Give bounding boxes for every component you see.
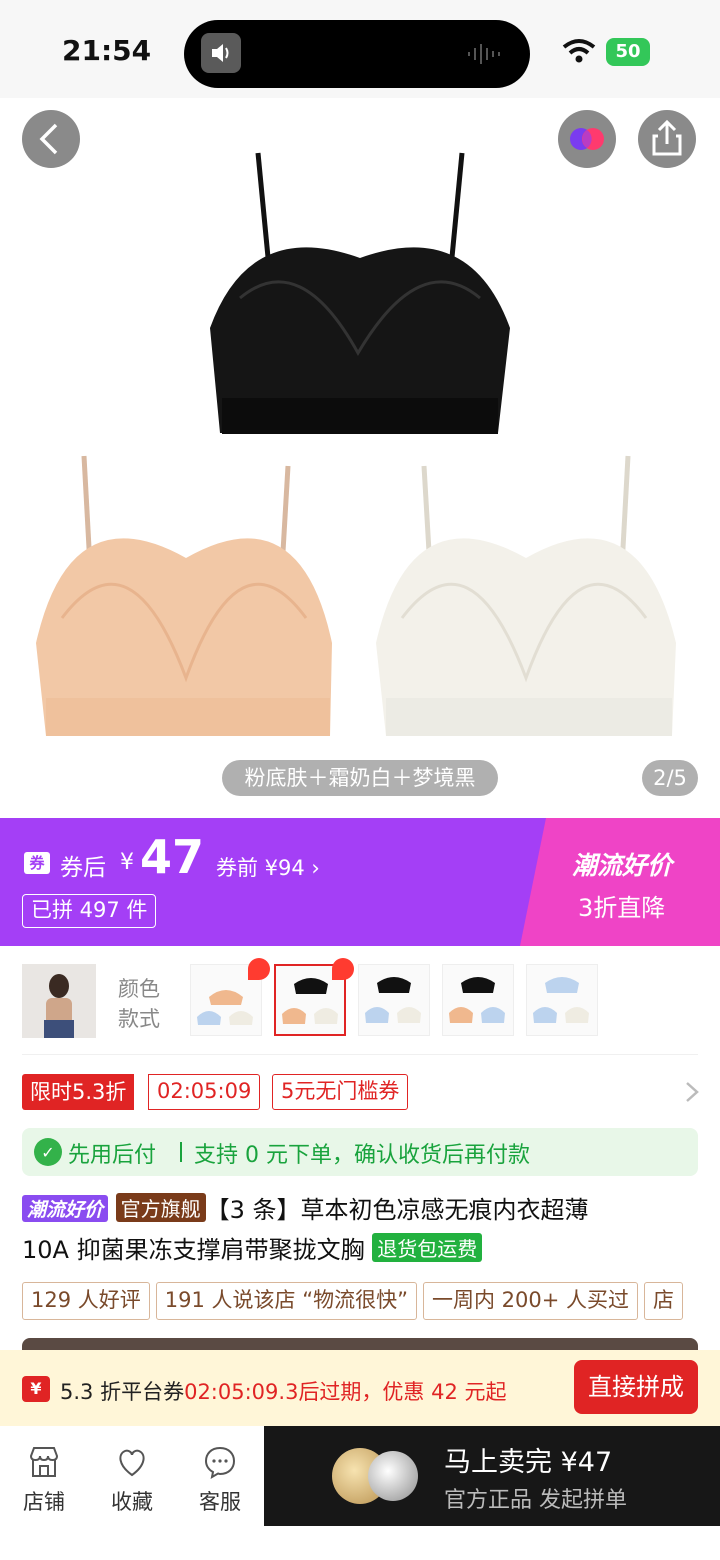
product-image[interactable] — [0, 98, 720, 818]
svg-text:✓: ✓ — [41, 1143, 54, 1162]
variant-swatch[interactable] — [442, 964, 514, 1036]
coupon-expiry-bar: ¥ 5.3 折平台券02:05:09.3后过期，优惠 42 元起 直接拼成 — [0, 1350, 720, 1426]
share-button[interactable] — [638, 110, 696, 168]
original-price-link[interactable]: 券前 ¥94 › — [216, 852, 320, 882]
sold-count: 已拼 497 件 — [22, 894, 157, 928]
favorite-button[interactable]: 收藏 — [102, 1444, 162, 1516]
chevron-left-icon — [39, 123, 58, 155]
limited-discount-tag[interactable]: 限时5.3折 — [22, 1074, 135, 1110]
wifi-icon — [562, 39, 596, 63]
product-title-line-2: 10A 抑菌果冻支撑肩带聚拢文胸 退货包运费 — [22, 1230, 483, 1265]
promo-badge: 潮流好价 3折直降 — [520, 818, 720, 946]
review-chips: 129 人好评 191 人说该店 “物流很快” 一周内 200+ 人买过店 — [22, 1282, 720, 1322]
review-chip[interactable]: 一周内 200+ 人买过 — [422, 1282, 638, 1320]
heart-icon — [119, 1449, 145, 1477]
product-preview-thumbnail — [368, 1451, 418, 1501]
bottom-action-bar: 店铺 收藏 客服 马上卖完 ¥47 官方正品 发起拼单 — [0, 1426, 720, 1560]
assistant-icon — [570, 128, 604, 150]
status-bar: 21:54 50 — [0, 0, 720, 98]
pay-later-banner[interactable]: ✓ 先用后付 支持 0 元下单，确认收货后再付款 — [22, 1128, 698, 1176]
hot-flame-icon — [248, 958, 270, 980]
start-group-buy-button[interactable]: 马上卖完 ¥47 官方正品 发起拼单 — [264, 1426, 720, 1526]
coupon-price: 47 — [140, 830, 205, 884]
currency-symbol: ¥ — [120, 850, 134, 875]
buy-title: 马上卖完 ¥47 — [444, 1447, 613, 1478]
back-button[interactable] — [22, 110, 80, 168]
variant-selector[interactable]: 颜色 款式 — [0, 946, 720, 1056]
favorite-label: 收藏 — [111, 1490, 153, 1514]
white-bra-image — [376, 455, 676, 736]
black-bra-image — [210, 152, 510, 434]
nude-bra-image — [36, 455, 332, 736]
pay-later-title: 先用后付 — [68, 1143, 157, 1168]
promo-title: 潮流好价 — [572, 851, 673, 880]
audio-wave-icon — [468, 44, 500, 64]
customer-service-label: 客服 — [199, 1490, 241, 1514]
variant-label: 颜色 款式 — [118, 977, 160, 1031]
dynamic-island — [184, 20, 530, 88]
coupon-icon: 券 — [24, 852, 50, 874]
review-chip[interactable]: 店 — [644, 1282, 683, 1320]
hot-flame-icon — [332, 958, 354, 980]
product-title-line-1: 潮流好价 官方旗舰 【3 条】草本初色凉感无痕内衣超薄 — [22, 1190, 589, 1225]
product-illustration — [36, 152, 676, 736]
review-chip[interactable]: 191 人说该店 “物流很快” — [155, 1282, 417, 1320]
separator — [180, 1142, 182, 1162]
coupon-expiry-text: 5.3 折平台券02:05:09.3后过期，优惠 42 元起 — [60, 1380, 507, 1404]
price-banner: 券 券后 ¥ 47 券前 ¥94 › 已拼 497 件 潮流好价 3折直降 — [0, 818, 720, 946]
product-title-text: 【3 条】草本初色凉感无痕内衣超薄 — [205, 1196, 589, 1224]
battery-indicator: 50 — [606, 38, 650, 66]
no-threshold-coupon-tag[interactable]: 5元无门槛券 — [272, 1074, 409, 1110]
image-page-indicator: 2/5 — [642, 760, 698, 796]
assistant-button[interactable] — [558, 110, 616, 168]
direct-group-buy-button[interactable]: 直接拼成 — [574, 1360, 698, 1414]
after-coupon-label: 券后 — [60, 855, 106, 881]
divider — [22, 1054, 698, 1055]
chat-bubble-icon — [204, 1446, 236, 1479]
store-icon — [29, 1447, 59, 1477]
speaker-icon — [201, 33, 241, 73]
review-chip[interactable]: 129 人好评 — [22, 1282, 150, 1320]
product-title-text: 10A 抑菌果冻支撑肩带聚拢文胸 — [22, 1236, 365, 1264]
variant-swatch[interactable] — [526, 964, 598, 1036]
pay-later-description: 支持 0 元下单，确认收货后再付款 — [194, 1143, 530, 1168]
coupon-countdown: 02:05:09.3 — [184, 1380, 299, 1404]
status-time: 21:54 — [62, 34, 152, 67]
store-label: 店铺 — [23, 1490, 65, 1514]
chevron-right-icon[interactable] — [684, 1080, 700, 1104]
promo-subtitle: 3折直降 — [578, 894, 666, 922]
color-caption: 粉底肤＋霜奶白＋梦境黑 — [222, 760, 498, 796]
buy-subtitle: 官方正品 发起拼单 — [444, 1488, 627, 1513]
countdown-timer: 02:05:09 — [148, 1074, 261, 1110]
share-icon — [652, 119, 682, 156]
pay-later-icon: ✓ — [34, 1138, 62, 1166]
free-return-badge: 退货包运费 — [372, 1233, 483, 1262]
store-button[interactable]: 店铺 — [14, 1444, 74, 1516]
official-store-badge: 官方旗舰 — [115, 1193, 206, 1222]
trend-price-badge: 潮流好价 — [22, 1195, 109, 1222]
variant-model-thumbnail[interactable] — [22, 964, 96, 1038]
customer-service-button[interactable]: 客服 — [190, 1444, 250, 1516]
variant-swatch[interactable] — [358, 964, 430, 1036]
coupon-yen-icon: ¥ — [22, 1376, 50, 1402]
